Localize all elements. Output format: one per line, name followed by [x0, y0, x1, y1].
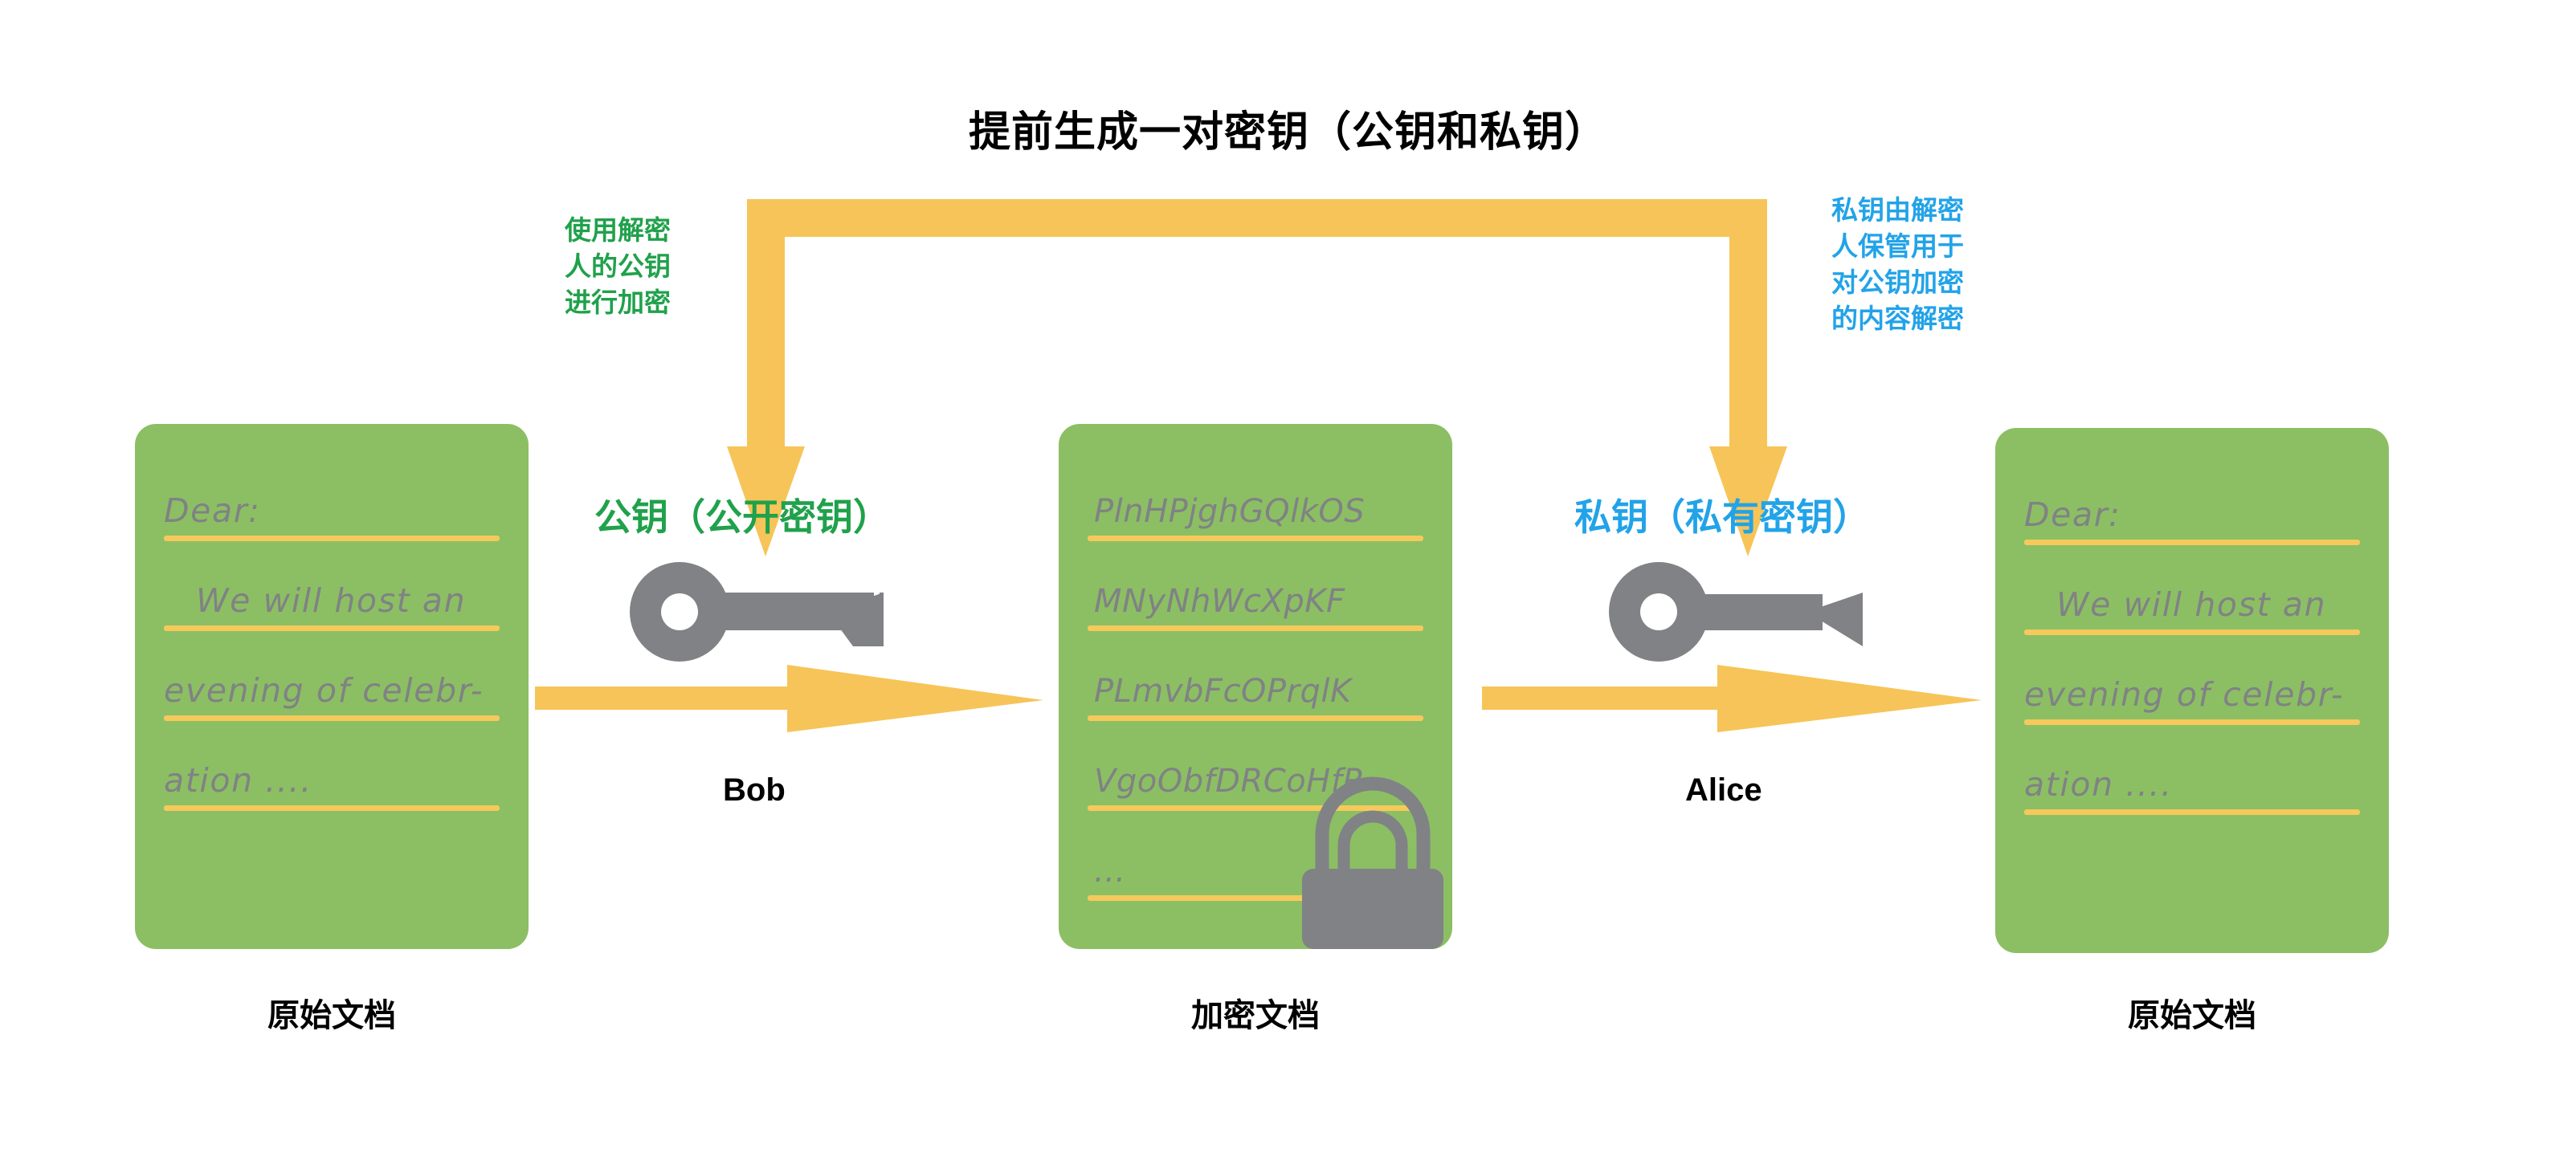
note-line: 使用解密 [565, 215, 671, 245]
document-encrypted: PlnHPjghGQlkOS MNyNhWcXpKF PLmvbFcOPrqlK… [1059, 424, 1452, 949]
document-line-text: We will host an [2056, 585, 2327, 624]
document-rule [1088, 625, 1423, 631]
note-line: 人保管用于 [1831, 230, 1964, 261]
document-line-text: MNyNhWcXpKF [1094, 583, 1345, 620]
note-line: 的内容解密 [1831, 303, 1964, 333]
person-label-bob: Bob [723, 772, 786, 808]
document-line: PLmvbFcOPrqlK [1083, 631, 1428, 721]
page-title: 提前生成一对密钥（公钥和私钥） [968, 109, 1607, 156]
arrow-right-icon [1482, 665, 1982, 732]
document-line: MNyNhWcXpKF [1083, 541, 1428, 631]
note-line: 私钥由解密 [1831, 195, 1964, 225]
private-key-label: 私钥（私有密钥） [1574, 496, 1870, 538]
document-line: ... [1083, 811, 1428, 901]
document-line-text: VgoObfDRCoHfR [1094, 763, 1366, 800]
document-line-text: evening of celebr- [2024, 675, 2345, 714]
document-line: Dear: [2019, 455, 2365, 545]
document-line: Dear: [159, 451, 504, 541]
document-line: ation .... [2019, 725, 2365, 815]
document-rule [2024, 809, 2360, 815]
document-line-text: ation .... [164, 761, 312, 800]
public-key-label: 公钥（公开密钥） [594, 496, 890, 538]
arrow-right-icon [535, 665, 1043, 732]
document-rule [1088, 536, 1423, 541]
document-rule [164, 625, 500, 631]
document-rule [1088, 895, 1308, 901]
document-line: ation .... [159, 721, 504, 811]
document-line-text: ... [1094, 853, 1126, 890]
document-line: VgoObfDRCoHfR [1083, 721, 1428, 811]
diagram-canvas: 提前生成一对密钥（公钥和私钥） 使用解密 人的公钥 进行加密 私钥由解密 人保管… [0, 0, 2576, 1157]
note-line: 对公钥加密 [1831, 267, 1964, 297]
document-line: We will host an [159, 541, 504, 631]
document-line: evening of celebr- [2019, 635, 2365, 725]
document-line-text: Dear: [2024, 495, 2121, 534]
document-line-text: We will host an [196, 581, 467, 620]
note-line: 人的公钥 [565, 251, 671, 281]
document-line-text: Dear: [164, 491, 261, 530]
document-line-text: PLmvbFcOPrqlK [1094, 673, 1352, 710]
document-line-text: evening of celebr- [164, 671, 484, 710]
document-line-text: PlnHPjghGQlkOS [1094, 493, 1366, 530]
document-rule [164, 536, 500, 541]
note-line: 进行加密 [565, 287, 671, 317]
document-rule [2024, 629, 2360, 635]
document-rule [164, 715, 500, 721]
caption-encrypted: 加密文档 [1191, 998, 1320, 1033]
note-encrypt-with-public-key: 使用解密 人的公钥 进行加密 [565, 213, 671, 321]
document-rule [1088, 805, 1423, 811]
document-rule [164, 805, 500, 811]
document-line: PlnHPjghGQlkOS [1083, 451, 1428, 541]
caption-original-left: 原始文档 [267, 998, 396, 1033]
document-rule [1088, 715, 1423, 721]
key-icon [630, 562, 884, 662]
document-original-right: Dear: We will host an evening of celebr-… [1995, 428, 2389, 953]
document-line-text: ation .... [2024, 765, 2173, 804]
document-rule [2024, 719, 2360, 725]
document-line: We will host an [2019, 545, 2365, 635]
caption-original-right: 原始文档 [2128, 998, 2256, 1033]
document-rule [2024, 540, 2360, 545]
person-label-alice: Alice [1685, 772, 1762, 808]
document-line: evening of celebr- [159, 631, 504, 721]
note-private-key-usage: 私钥由解密 人保管用于 对公钥加密 的内容解密 [1831, 193, 1964, 337]
document-original-left: Dear: We will host an evening of celebr-… [135, 424, 529, 949]
key-icon [1609, 562, 1863, 662]
